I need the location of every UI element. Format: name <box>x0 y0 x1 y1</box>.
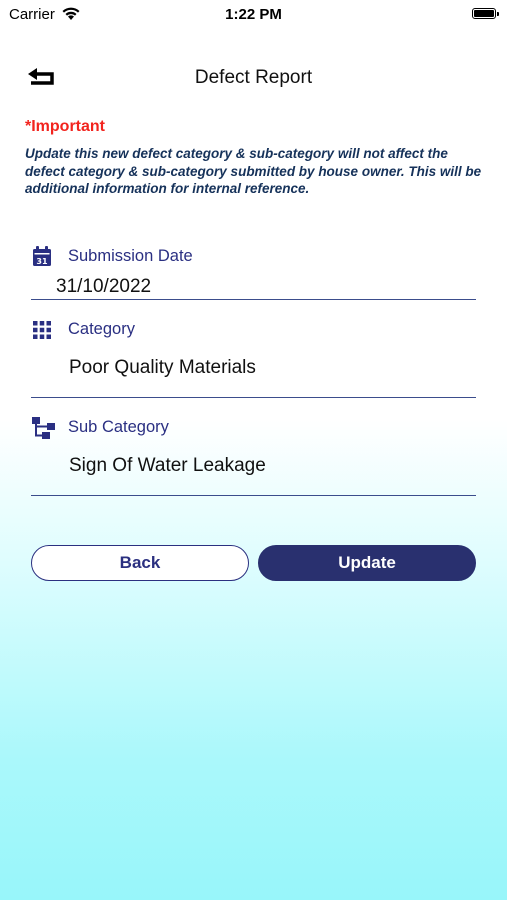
update-button[interactable]: Update <box>258 545 476 581</box>
sub-category-value: Sign Of Water Leakage <box>69 455 266 476</box>
submission-date-value: 31/10/2022 <box>56 276 152 297</box>
calendar-icon: 31 <box>31 245 53 267</box>
category-value: Poor Quality Materials <box>69 357 256 378</box>
status-time: 1:22 PM <box>225 6 282 23</box>
battery-icon <box>472 8 499 19</box>
back-button[interactable]: Back <box>31 545 249 581</box>
important-heading: *Important <box>25 118 105 135</box>
submission-date-label: Submission Date <box>68 247 193 265</box>
sub-category-field[interactable]: Sub Category Sign Of Water Leakage <box>31 411 476 496</box>
status-bar: Carrier 1:22 PM <box>0 0 507 30</box>
sub-category-label: Sub Category <box>68 418 169 436</box>
category-field[interactable]: Category Poor Quality Materials <box>31 313 476 398</box>
nav-header: Defect Report <box>0 58 507 98</box>
important-notice-text: Update this new defect category & sub-ca… <box>25 146 482 196</box>
svg-text:31: 31 <box>36 257 48 266</box>
hierarchy-icon <box>31 416 55 439</box>
submission-date-field[interactable]: 31 Submission Date 31/10/2022 <box>31 240 476 300</box>
page-title: Defect Report <box>194 67 313 88</box>
category-label: Category <box>68 320 135 338</box>
grid-icon <box>31 319 53 341</box>
